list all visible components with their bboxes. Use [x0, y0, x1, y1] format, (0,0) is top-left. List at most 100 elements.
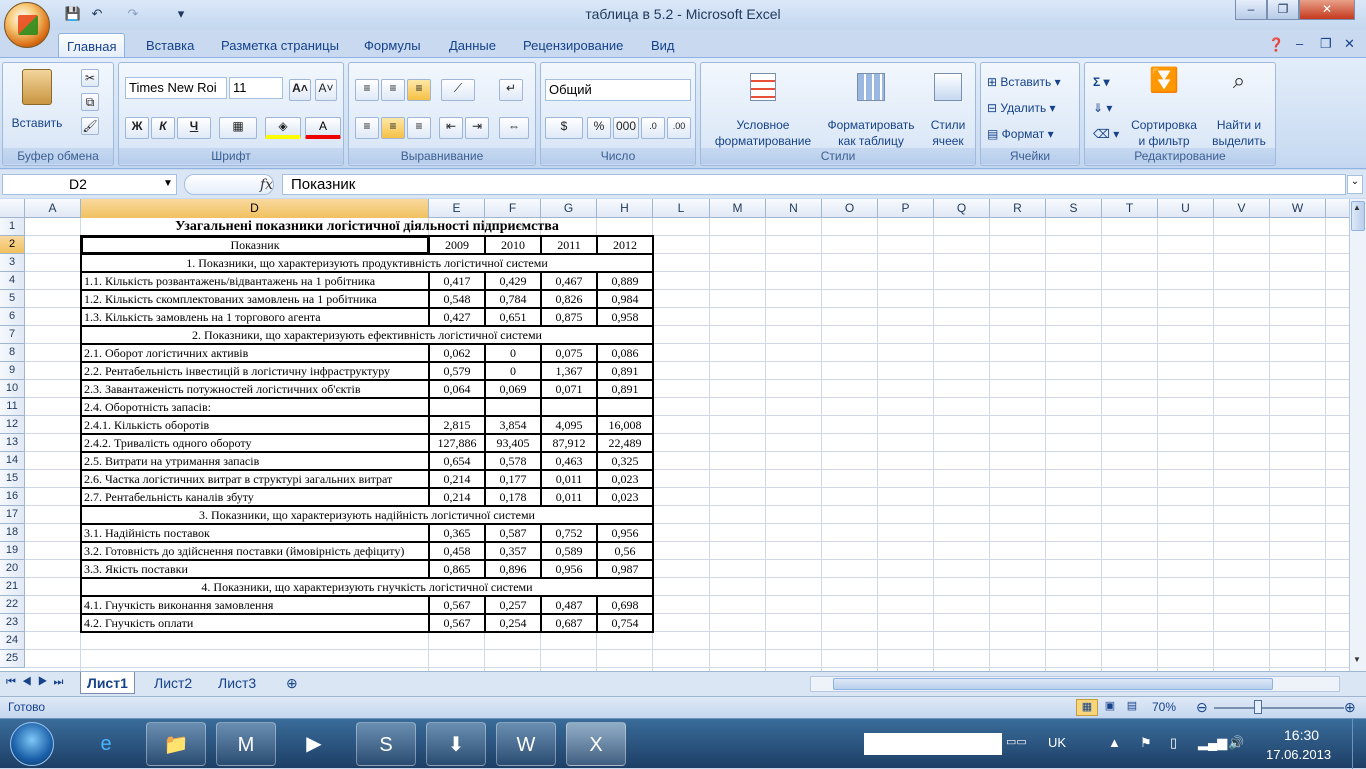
column-header[interactable]: P [878, 199, 934, 218]
value-cell[interactable]: 0,589 [541, 542, 597, 560]
align-middle-icon[interactable]: ≡ [381, 79, 405, 101]
value-cell[interactable]: 16,008 [597, 416, 653, 434]
insert-cells-button[interactable]: ⊞ Вставить ▾ [987, 71, 1079, 93]
undo-icon[interactable]: ↶ [88, 6, 106, 24]
worksheet-grid[interactable]: A D E F G H L M N O P Q R S T U V W 1234… [0, 199, 1349, 671]
indicator-label[interactable]: 2.3. Завантаженість потужностей логістич… [81, 380, 429, 398]
header-cell-year[interactable]: 2012 [597, 236, 653, 254]
tray-expand-icon[interactable]: ▲ [1108, 735, 1121, 750]
column-header[interactable]: T [1102, 199, 1158, 218]
value-cell[interactable]: 0,889 [597, 272, 653, 290]
header-cell-year[interactable]: 2011 [541, 236, 597, 254]
value-cell[interactable]: 22,489 [597, 434, 653, 452]
indicator-label[interactable]: 2.1. Оборот логістичних активів [81, 344, 429, 362]
value-cell[interactable]: 0 [485, 362, 541, 380]
download-icon[interactable]: ⬇ [426, 722, 486, 766]
row-header[interactable]: 1 [0, 218, 25, 236]
value-cell[interactable]: 0,467 [541, 272, 597, 290]
align-bottom-icon[interactable]: ≡ [407, 79, 431, 101]
volume-icon[interactable]: 🔊 [1228, 735, 1244, 751]
value-cell[interactable]: 0,826 [541, 290, 597, 308]
zoom-level[interactable]: 70% [1152, 700, 1176, 714]
row-header[interactable]: 15 [0, 470, 25, 488]
value-cell[interactable]: 0,357 [485, 542, 541, 560]
value-cell[interactable]: 0,579 [429, 362, 485, 380]
merge-center-icon[interactable]: ⇔ [499, 117, 529, 139]
column-header[interactable]: E [429, 199, 485, 218]
row-header[interactable]: 10 [0, 380, 25, 398]
indicator-label[interactable]: 2.4.1. Кількість оборотів [81, 416, 429, 434]
page-break-view-icon[interactable]: ▤ [1122, 699, 1142, 716]
column-header[interactable]: V [1214, 199, 1270, 218]
decrease-indent-icon[interactable]: ⇤ [439, 117, 463, 139]
insert-function-icon[interactable]: fx [260, 177, 273, 193]
paste-button[interactable]: Вставить [7, 69, 67, 131]
value-cell[interactable]: 0,257 [485, 596, 541, 614]
value-cell[interactable]: 0,698 [597, 596, 653, 614]
fill-color-icon[interactable]: ◈ [265, 117, 301, 139]
value-cell[interactable]: 0,071 [541, 380, 597, 398]
column-header[interactable]: M [710, 199, 766, 218]
help-icon[interactable]: ❓ [1268, 37, 1284, 56]
excel-icon[interactable]: X [566, 722, 626, 766]
value-cell[interactable]: 0,064 [429, 380, 485, 398]
align-center-icon[interactable]: ≡ [381, 117, 405, 139]
maxthon-icon[interactable]: M [216, 722, 276, 766]
italic-button[interactable]: К [151, 117, 175, 139]
value-cell[interactable]: 0,687 [541, 614, 597, 632]
row-header[interactable]: 18 [0, 524, 25, 542]
tab-insert[interactable]: Вставка [146, 38, 194, 57]
value-cell[interactable]: 0,069 [485, 380, 541, 398]
percent-button[interactable]: % [587, 117, 611, 139]
value-cell[interactable]: 0,178 [485, 488, 541, 506]
value-cell[interactable]: 0 [485, 344, 541, 362]
section-row[interactable]: 2. Показники, що характеризують ефективн… [81, 326, 653, 344]
row-header[interactable]: 8 [0, 344, 25, 362]
align-top-icon[interactable]: ≡ [355, 79, 379, 101]
name-box-dropdown-icon[interactable]: ▼ [163, 178, 173, 189]
tab-home[interactable]: Главная [58, 33, 126, 57]
row-header[interactable]: 14 [0, 452, 25, 470]
text-orientation-icon[interactable]: ⟋ [441, 79, 475, 101]
value-cell[interactable]: 0,487 [541, 596, 597, 614]
value-cell[interactable]: 2,815 [429, 416, 485, 434]
value-cell[interactable]: 0,567 [429, 614, 485, 632]
autosum-icon[interactable]: Σ ▾ [1093, 71, 1123, 93]
row-header[interactable]: 9 [0, 362, 25, 380]
column-header[interactable]: U [1158, 199, 1214, 218]
ie-icon[interactable]: e [76, 722, 136, 766]
indicator-label[interactable]: 2.4. Оборотність запасів: [81, 398, 429, 416]
office-button[interactable] [4, 2, 50, 48]
header-cell-year[interactable]: 2009 [429, 236, 485, 254]
scroll-up-icon[interactable]: ▲ [1353, 203, 1361, 212]
column-header[interactable]: Q [934, 199, 990, 218]
indicator-label[interactable]: 1.3. Кількість замовлень на 1 торгового … [81, 308, 429, 326]
value-cell[interactable]: 0,896 [485, 560, 541, 578]
find-select-button[interactable]: ⌕ Найти и выделить [1203, 70, 1275, 149]
column-header[interactable]: S [1046, 199, 1102, 218]
value-cell[interactable]: 0,587 [485, 524, 541, 542]
minimize-button[interactable]: – [1235, 0, 1267, 20]
copy-icon[interactable]: ⧉ [81, 93, 99, 111]
row-header[interactable]: 3 [0, 254, 25, 272]
column-header[interactable]: H [597, 199, 653, 218]
value-cell[interactable]: 0,429 [485, 272, 541, 290]
value-cell[interactable]: 0,075 [541, 344, 597, 362]
font-name-combo[interactable]: Times New Roi [125, 77, 227, 99]
cut-icon[interactable]: ✂ [81, 69, 99, 87]
section-row[interactable]: 1. Показники, що характеризують продукти… [81, 254, 653, 272]
sheet-tab[interactable]: Лист1 [80, 672, 135, 694]
value-cell[interactable]: 0,784 [485, 290, 541, 308]
tab-view[interactable]: Вид [651, 38, 675, 57]
taskbar-input-box[interactable] [864, 733, 1002, 755]
row-header[interactable]: 11 [0, 398, 25, 416]
value-cell[interactable]: 0,958 [597, 308, 653, 326]
value-cell[interactable]: 0,214 [429, 470, 485, 488]
vertical-scrollbar[interactable]: ▲ ▼ [1349, 199, 1366, 671]
row-header[interactable]: 16 [0, 488, 25, 506]
value-cell[interactable]: 0,417 [429, 272, 485, 290]
value-cell[interactable]: 4,095 [541, 416, 597, 434]
value-cell[interactable]: 0,752 [541, 524, 597, 542]
page-layout-view-icon[interactable]: ▣ [1100, 699, 1120, 716]
value-cell[interactable] [597, 398, 653, 416]
